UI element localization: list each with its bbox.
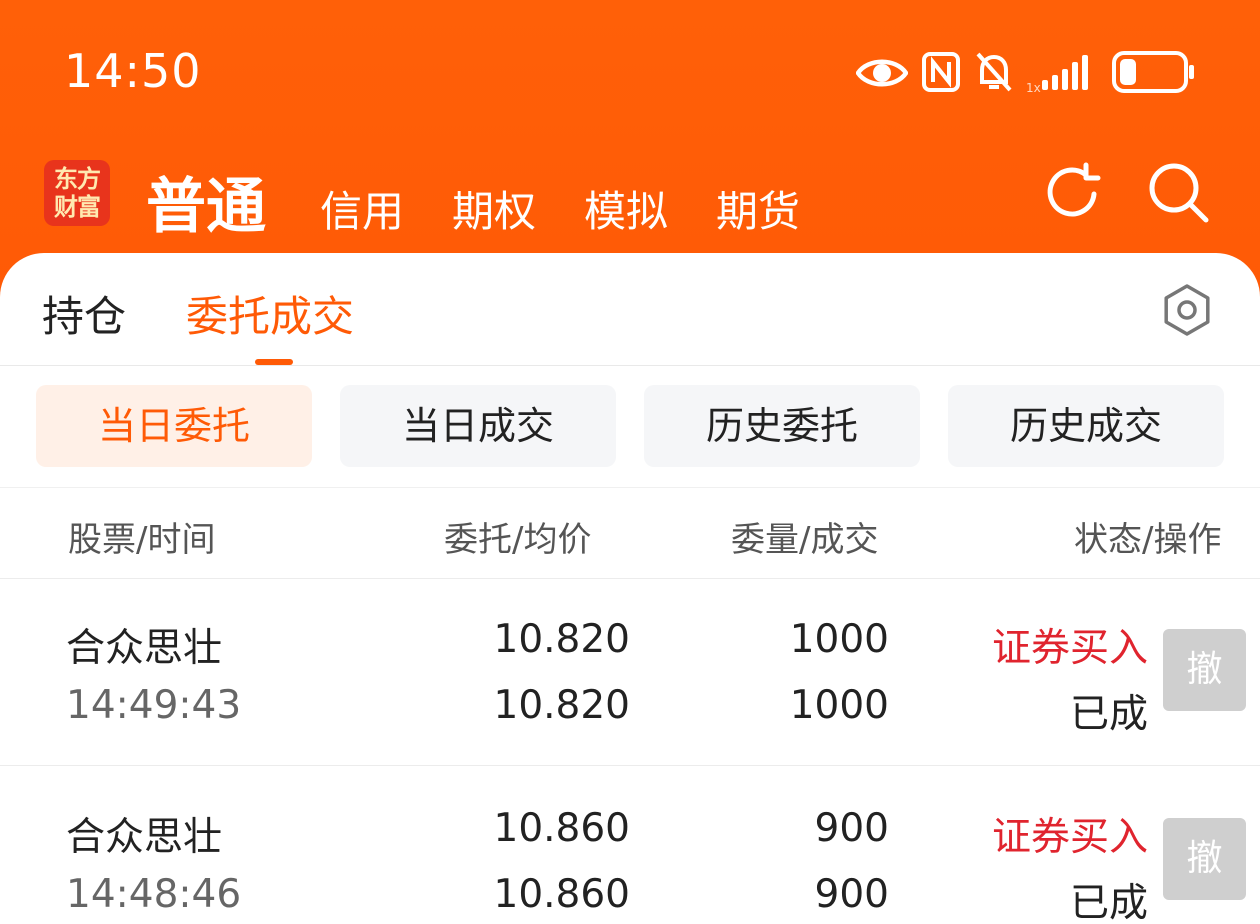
app-logo[interactable]: 东方 财富 bbox=[44, 160, 110, 226]
order-direction: 证券买入 bbox=[991, 815, 1148, 860]
orders-table-header: 股票/时间 委托/均价 委量/成交 状态/操作 bbox=[0, 487, 1260, 579]
main-tabs: 持仓 委托成交 bbox=[0, 253, 1260, 366]
cancel-order-button[interactable]: 撤 bbox=[1163, 818, 1246, 900]
order-qty: 900 bbox=[814, 806, 889, 851]
table-row[interactable]: 合众思壮 14:48:46 10.860 10.860 900 900 证券买入… bbox=[0, 766, 1260, 924]
avg-price: 10.820 bbox=[493, 683, 630, 728]
order-qty: 1000 bbox=[789, 617, 889, 662]
battery-icon bbox=[1112, 46, 1196, 104]
col-price: 委托/均价 bbox=[444, 520, 592, 560]
search-icon bbox=[1149, 163, 1209, 223]
stock-name: 合众思壮 bbox=[66, 626, 223, 671]
nav-item-options[interactable]: 期权 bbox=[452, 178, 536, 239]
mute-bell-icon bbox=[974, 46, 1014, 104]
signal-icon: 1x bbox=[1026, 46, 1092, 104]
active-tab-indicator bbox=[255, 359, 293, 365]
table-row[interactable]: 合众思壮 14:49:43 10.820 10.820 1000 1000 证券… bbox=[0, 577, 1260, 766]
order-time: 14:49:43 bbox=[66, 683, 242, 728]
filled-qty: 900 bbox=[814, 872, 889, 917]
logo-text-line1: 东方 bbox=[54, 164, 101, 193]
search-button[interactable] bbox=[1146, 160, 1212, 226]
account-type-nav: 普通 信用 期权 模拟 期货 bbox=[146, 150, 846, 242]
nav-item-futures[interactable]: 期货 bbox=[716, 178, 800, 239]
order-segment-control: 当日委托 当日成交 历史委托 历史成交 bbox=[0, 385, 1260, 469]
refresh-icon bbox=[1047, 162, 1101, 217]
segment-today-orders[interactable]: 当日委托 bbox=[36, 385, 312, 467]
content-card: 持仓 委托成交 当日委托 当日成交 历史委托 历史成交 股票/时间 委托/均价 … bbox=[0, 253, 1260, 924]
nav-item-simulation[interactable]: 模拟 bbox=[584, 178, 668, 239]
cancel-order-button[interactable]: 撤 bbox=[1163, 629, 1246, 711]
nav-item-normal[interactable]: 普通 bbox=[146, 158, 266, 245]
logo-text-line2: 财富 bbox=[54, 192, 101, 221]
status-icons: 1x bbox=[855, 46, 1196, 100]
segment-history-orders[interactable]: 历史委托 bbox=[644, 385, 920, 467]
order-status: 已成 bbox=[1069, 881, 1148, 924]
nav-item-credit[interactable]: 信用 bbox=[320, 178, 404, 239]
gear-icon bbox=[1164, 284, 1210, 336]
order-status: 已成 bbox=[1069, 692, 1148, 737]
segment-today-trades[interactable]: 当日成交 bbox=[340, 385, 616, 467]
order-price: 10.860 bbox=[493, 806, 630, 851]
stock-name: 合众思壮 bbox=[66, 815, 223, 860]
order-direction: 证券买入 bbox=[991, 626, 1148, 671]
segment-history-trades[interactable]: 历史成交 bbox=[948, 385, 1224, 467]
eye-icon bbox=[855, 46, 909, 104]
avg-price: 10.860 bbox=[493, 872, 630, 917]
nfc-icon bbox=[922, 46, 960, 104]
col-stock-time: 股票/时间 bbox=[68, 520, 216, 560]
tab-positions[interactable]: 持仓 bbox=[42, 283, 126, 344]
col-quantity: 委量/成交 bbox=[731, 520, 879, 560]
trading-page: 14:50 1x 东方 财富 普通 信用 期权 模拟 期货 持仓 委托成交 当日… bbox=[0, 0, 1260, 924]
order-price: 10.820 bbox=[493, 617, 630, 662]
svg-text:1x: 1x bbox=[1026, 81, 1041, 95]
col-status-action: 状态/操作 bbox=[1074, 520, 1222, 560]
tab-orders-trades[interactable]: 委托成交 bbox=[186, 283, 354, 344]
status-time: 14:50 bbox=[64, 44, 202, 98]
order-time: 14:48:46 bbox=[66, 872, 242, 917]
settings-button[interactable] bbox=[1160, 283, 1214, 337]
filled-qty: 1000 bbox=[789, 683, 889, 728]
orders-list: 合众思壮 14:49:43 10.820 10.820 1000 1000 证券… bbox=[0, 577, 1260, 924]
refresh-button[interactable] bbox=[1040, 160, 1106, 226]
